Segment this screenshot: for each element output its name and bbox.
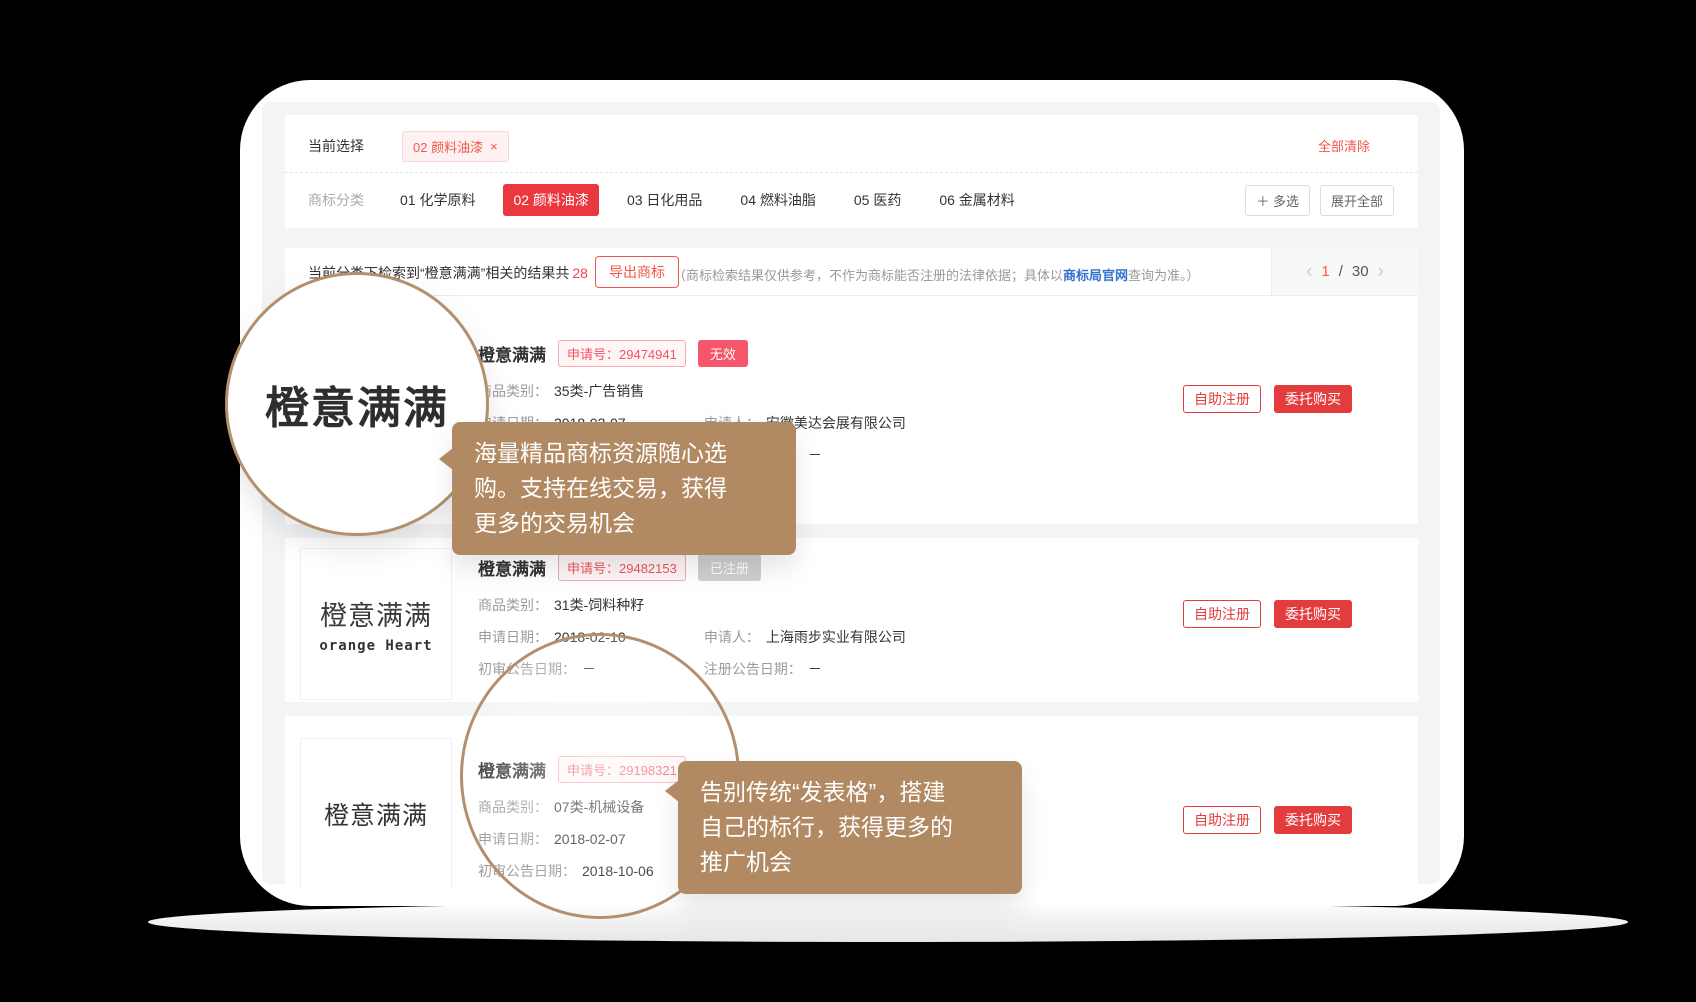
page-current: 1	[1321, 263, 1329, 280]
category-item-04[interactable]: 04 燃料油脂	[730, 184, 825, 216]
status-badge: 已注册	[698, 554, 761, 581]
category-item-05[interactable]: 05 医药	[844, 184, 911, 216]
results-header: 当前分类下检索到“橙意满满”相关的结果共28 个 导出商标 （商标检索结果仅供参…	[285, 248, 1418, 296]
selected-filter-tag[interactable]: 02 颜料油漆 ×	[402, 131, 509, 162]
category-item-03[interactable]: 03 日化用品	[617, 184, 712, 216]
page-separator: /	[1339, 263, 1343, 280]
window-base-reflection	[148, 902, 1628, 942]
callout-line: 推广机会	[700, 845, 1000, 880]
self-register-button[interactable]: 自助注册	[1183, 600, 1261, 628]
self-register-button[interactable]: 自助注册	[1183, 806, 1261, 834]
disclaimer-prefix: （商标检索结果仅供参考，不作为商标能否注册的法律依据；具体以	[673, 268, 1063, 283]
callout-line: 告别传统“发表格”，搭建	[700, 775, 1000, 810]
result-row: 橙意满满 orange Heart 橙意满满 申请号：29482153 已注册 …	[285, 538, 1418, 702]
dashed-divider	[285, 172, 1418, 173]
current-selection-row: 当前选择 02 颜料油漆 × 全部清除	[308, 131, 1394, 161]
callout-line: 自己的标行，获得更多的	[700, 810, 1000, 845]
trademark-mark-subtext: orange Heart	[319, 638, 432, 654]
multi-select-button[interactable]: ＋ 多选	[1245, 185, 1310, 216]
callout-marketplace: 海量精品商标资源随心选 购。支持在线交易，获得 更多的交易机会	[452, 422, 796, 555]
status-badge: 无效	[698, 340, 748, 367]
category-item-06[interactable]: 06 金属材料	[929, 184, 1024, 216]
self-register-button[interactable]: 自助注册	[1183, 385, 1261, 413]
page-total: 30	[1352, 263, 1369, 280]
trademark-image[interactable]: 橙意满满	[300, 738, 452, 888]
callout-line: 海量精品商标资源随心选	[474, 436, 774, 471]
row-actions: 自助注册 委托购买	[1183, 600, 1352, 628]
trademark-office-link[interactable]: 商标局官网	[1063, 268, 1128, 283]
disclaimer-text: （商标检索结果仅供参考，不作为商标能否注册的法律依据；具体以商标局官网查询为准。…	[673, 265, 1200, 284]
category-row: 商标分类 01 化学原料 02 颜料油漆 03 日化用品 04 燃料油脂 05 …	[308, 183, 1394, 217]
trademark-mark-text: 橙意满满	[324, 796, 428, 832]
trademark-title: 橙意满满	[478, 555, 546, 580]
magnified-trademark-text: 橙意满满	[265, 372, 449, 436]
trademark-mark-text: 橙意满满	[320, 594, 432, 633]
close-icon[interactable]: ×	[490, 139, 498, 154]
page-next-icon[interactable]: ›	[1378, 262, 1384, 281]
callout-line: 更多的交易机会	[474, 506, 774, 541]
page-prev-icon[interactable]: ‹	[1306, 262, 1312, 281]
category-item-02-active[interactable]: 02 颜料油漆	[503, 184, 598, 216]
callout-line: 购。支持在线交易，获得	[474, 471, 774, 506]
category-item-01[interactable]: 01 化学原料	[390, 184, 485, 216]
category-line: 商品类别：31类-饲料种籽	[478, 595, 1158, 615]
row-actions: 自助注册 委托购买	[1183, 385, 1352, 413]
entrust-buy-button[interactable]: 委托购买	[1274, 806, 1352, 834]
page-background: 当前选择 02 颜料油漆 × 全部清除 商标分类 01 化学原料 02 颜料油漆…	[0, 0, 1696, 1002]
pagination: ‹ 1 / 30 ›	[1271, 248, 1418, 295]
trademark-title: 橙意满满	[478, 341, 546, 366]
current-selection-label: 当前选择	[308, 136, 364, 156]
row-separator	[285, 702, 1418, 716]
selected-filter-tag-label: 02 颜料油漆	[413, 137, 483, 156]
expand-all-button[interactable]: 展开全部	[1320, 185, 1394, 216]
magnifier-bubble: 橙意满满	[225, 272, 489, 536]
filter-card: 当前选择 02 颜料油漆 × 全部清除 商标分类 01 化学原料 02 颜料油漆…	[285, 115, 1418, 228]
category-line: 商品类别：35类-广告销售	[478, 381, 1158, 401]
entrust-buy-button[interactable]: 委托购买	[1274, 385, 1352, 413]
clear-all-button[interactable]: 全部清除	[1318, 136, 1370, 155]
entrust-buy-button[interactable]: 委托购买	[1274, 600, 1352, 628]
application-number-tag: 申请号：29482153	[558, 554, 686, 581]
export-trademark-button[interactable]: 导出商标	[595, 256, 679, 288]
trademark-image[interactable]: 橙意满满 orange Heart	[300, 548, 452, 700]
application-number-tag: 申请号：29474941	[558, 340, 686, 367]
callout-promotion: 告别传统“发表格”，搭建 自己的标行，获得更多的 推广机会	[678, 761, 1022, 894]
category-row-label: 商标分类	[308, 190, 364, 210]
results-count: 28	[572, 265, 588, 281]
row-actions: 自助注册 委托购买	[1183, 806, 1352, 834]
disclaimer-suffix: 查询为准。）	[1128, 268, 1200, 283]
